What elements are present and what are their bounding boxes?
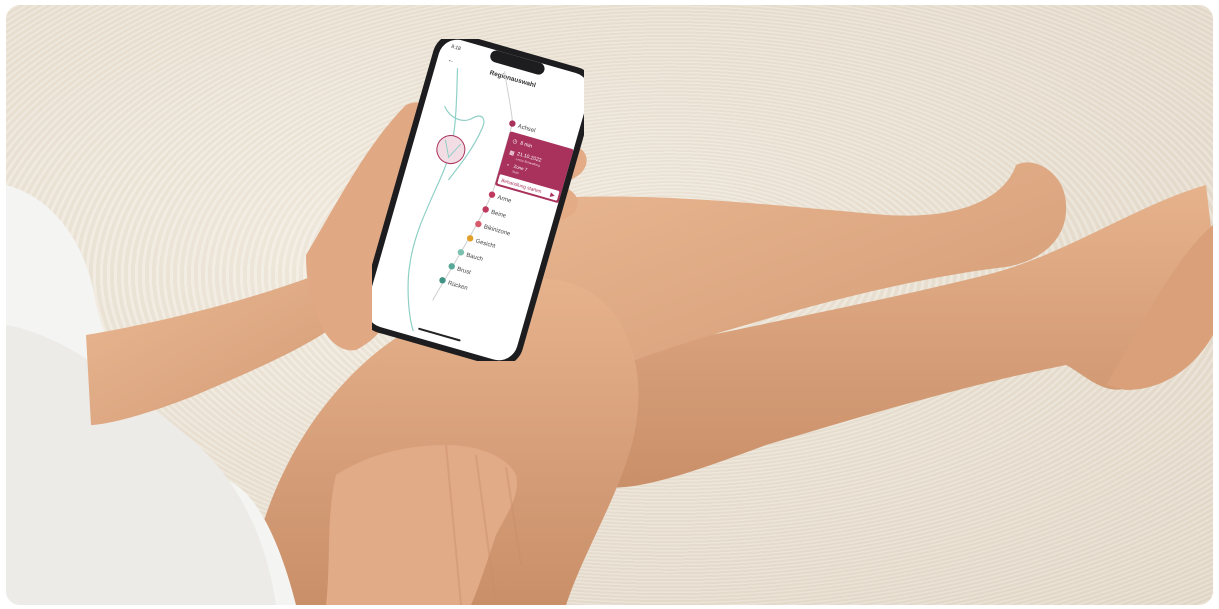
photo-frame: 8:18 ← Regionauswahl Achsel Arme Beine B… xyxy=(6,5,1213,605)
smartphone-svg: 8:18 ← Regionauswahl Achsel Arme Beine B… xyxy=(372,39,584,361)
photo-scene xyxy=(6,102,1213,605)
smartphone: 8:18 ← Regionauswahl Achsel Arme Beine B… xyxy=(372,39,584,361)
